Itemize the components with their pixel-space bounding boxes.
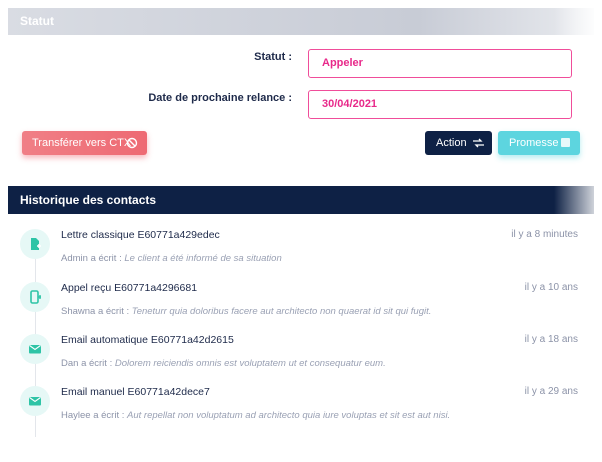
file-add-icon	[20, 229, 50, 259]
history-item-time: il y a 10 ans	[524, 282, 578, 293]
history-item[interactable]: Lettre classique E60771a429edec il y a 8…	[20, 229, 590, 269]
history-item-note: Haylee a écrit : Aut repellat non volupt…	[61, 410, 450, 421]
relance-date-row: Date de prochaine relance : 30/04/2021	[8, 90, 594, 119]
action-button[interactable]: Action	[425, 131, 492, 155]
statut-row: Statut : Appeler	[8, 49, 594, 78]
promesse-label: Promesse	[509, 137, 559, 149]
history-item-time: il y a 8 minutes	[511, 229, 578, 240]
history-item-text: Teneturr quia doloribus facere aut archi…	[131, 306, 432, 317]
history-title: Historique des contacts	[20, 193, 157, 207]
history-item-title: Lettre classique E60771a429edec	[61, 229, 220, 241]
history-item-title: Email manuel E60771a42dece7	[61, 386, 210, 398]
statut-header: Statut	[8, 8, 594, 35]
history-item-text: Dolorem reiciendis omnis est voluptatem …	[114, 358, 386, 369]
history-item-note: Admin a écrit : Le client a été informé …	[61, 253, 282, 264]
history-item[interactable]: Appel reçu E60771a4296681 il y a 10 ans …	[20, 282, 590, 322]
history-item-time: il y a 18 ans	[524, 334, 578, 345]
history-item-note: Shawna a écrit : Teneturr quia doloribus…	[61, 306, 431, 317]
transfer-ctx-button[interactable]: Transférer vers CTX	[22, 131, 147, 155]
action-label: Action	[436, 137, 467, 149]
mail-icon	[20, 334, 50, 364]
ban-icon	[126, 131, 138, 164]
history-item-author: Shawna a écrit :	[61, 306, 130, 317]
mail-icon	[20, 386, 50, 416]
swap-icon	[472, 131, 485, 164]
history-item-time: il y a 29 ans	[524, 386, 578, 397]
history-item[interactable]: Email automatique E60771a42d2615 il y a …	[20, 334, 590, 374]
statut-label: Statut :	[254, 51, 292, 63]
history-item[interactable]: Email manuel E60771a42dece7 il y a 29 an…	[20, 386, 590, 426]
history-header: Historique des contacts	[8, 186, 594, 214]
history-item-author: Haylee a écrit :	[61, 410, 125, 421]
history-item-author: Dan a écrit :	[61, 358, 113, 369]
relance-date-field[interactable]: 30/04/2021	[308, 90, 572, 119]
transfer-ctx-label: Transférer vers CTX	[32, 137, 132, 149]
statut-title: Statut	[20, 14, 54, 28]
history-item-title: Appel reçu E60771a4296681	[61, 282, 198, 294]
history-item-title: Email automatique E60771a42d2615	[61, 334, 234, 346]
phone-incoming-icon	[20, 282, 50, 312]
promesse-button[interactable]: Promesse	[498, 131, 580, 155]
calendar-icon	[560, 131, 571, 164]
statut-field[interactable]: Appeler	[308, 49, 572, 78]
history-item-author: Admin a écrit :	[61, 253, 122, 264]
relance-date-label: Date de prochaine relance :	[148, 92, 292, 104]
history-item-note: Dan a écrit : Dolorem reiciendis omnis e…	[61, 358, 386, 369]
history-item-text: Aut repellat non voluptatum ad architect…	[127, 410, 451, 421]
history-item-text: Le client a été informé de sa situation	[124, 253, 282, 264]
